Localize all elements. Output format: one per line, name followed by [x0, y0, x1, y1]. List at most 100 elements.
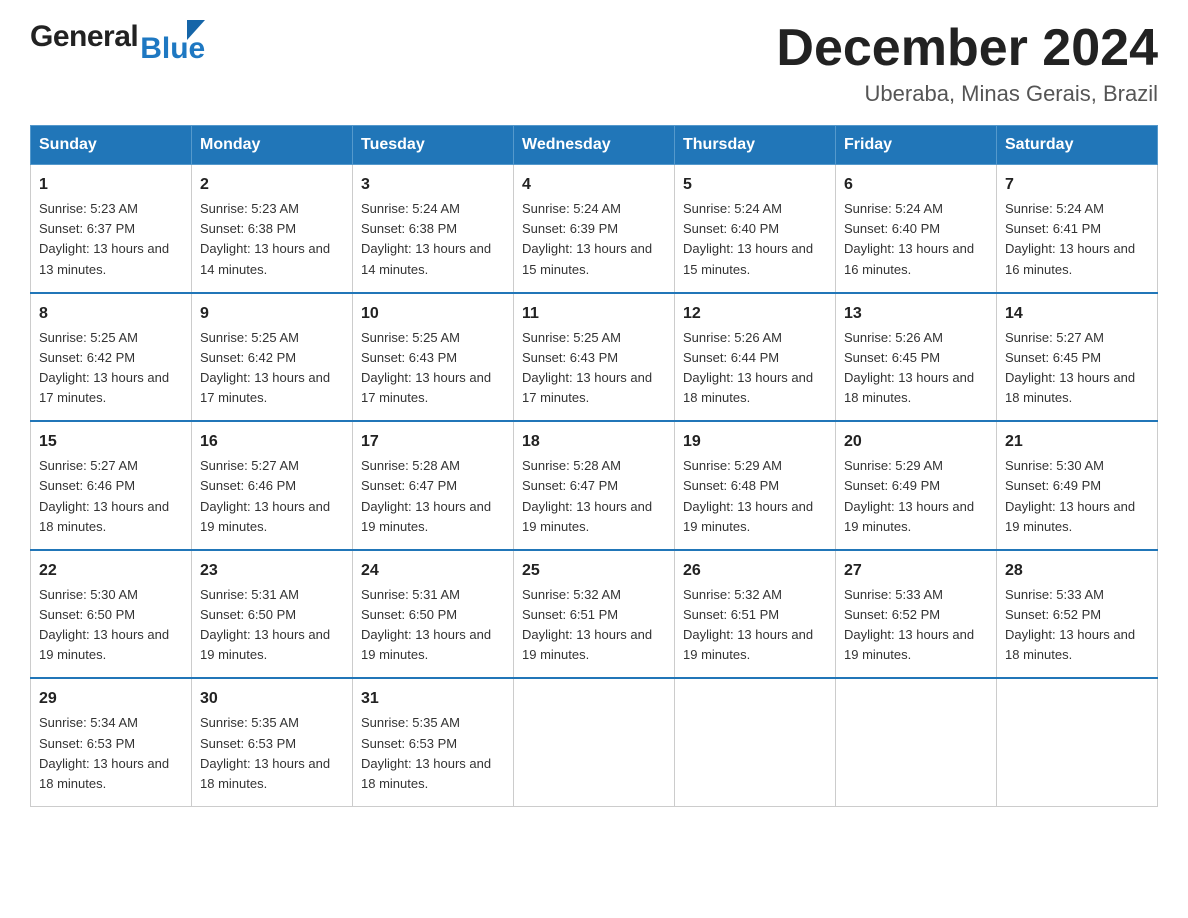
- calendar-cell: 10 Sunrise: 5:25 AMSunset: 6:43 PMDaylig…: [353, 293, 514, 422]
- calendar-table: Sunday Monday Tuesday Wednesday Thursday…: [30, 125, 1158, 807]
- col-thursday: Thursday: [675, 126, 836, 165]
- day-info: Sunrise: 5:27 AMSunset: 6:45 PMDaylight:…: [1005, 330, 1135, 405]
- day-number: 8: [39, 302, 183, 326]
- col-sunday: Sunday: [31, 126, 192, 165]
- calendar-cell: 27 Sunrise: 5:33 AMSunset: 6:52 PMDaylig…: [836, 550, 997, 679]
- calendar-cell: 14 Sunrise: 5:27 AMSunset: 6:45 PMDaylig…: [997, 293, 1158, 422]
- calendar-cell: [836, 678, 997, 806]
- title-area: December 2024 Uberaba, Minas Gerais, Bra…: [776, 20, 1158, 107]
- day-number: 1: [39, 173, 183, 197]
- month-title: December 2024: [776, 20, 1158, 77]
- calendar-header-row: Sunday Monday Tuesday Wednesday Thursday…: [31, 126, 1158, 165]
- day-info: Sunrise: 5:24 AMSunset: 6:41 PMDaylight:…: [1005, 201, 1135, 276]
- col-wednesday: Wednesday: [514, 126, 675, 165]
- day-number: 20: [844, 430, 988, 454]
- calendar-cell: 25 Sunrise: 5:32 AMSunset: 6:51 PMDaylig…: [514, 550, 675, 679]
- day-info: Sunrise: 5:29 AMSunset: 6:48 PMDaylight:…: [683, 458, 813, 533]
- col-monday: Monday: [192, 126, 353, 165]
- day-number: 30: [200, 687, 344, 711]
- day-info: Sunrise: 5:24 AMSunset: 6:38 PMDaylight:…: [361, 201, 491, 276]
- day-number: 24: [361, 559, 505, 583]
- calendar-cell: 1 Sunrise: 5:23 AMSunset: 6:37 PMDayligh…: [31, 165, 192, 293]
- calendar-cell: [514, 678, 675, 806]
- day-info: Sunrise: 5:32 AMSunset: 6:51 PMDaylight:…: [683, 587, 813, 662]
- calendar-cell: 18 Sunrise: 5:28 AMSunset: 6:47 PMDaylig…: [514, 421, 675, 550]
- calendar-cell: [997, 678, 1158, 806]
- day-number: 12: [683, 302, 827, 326]
- day-info: Sunrise: 5:32 AMSunset: 6:51 PMDaylight:…: [522, 587, 652, 662]
- calendar-cell: 7 Sunrise: 5:24 AMSunset: 6:41 PMDayligh…: [997, 165, 1158, 293]
- calendar-cell: 5 Sunrise: 5:24 AMSunset: 6:40 PMDayligh…: [675, 165, 836, 293]
- week-row-5: 29 Sunrise: 5:34 AMSunset: 6:53 PMDaylig…: [31, 678, 1158, 806]
- day-number: 27: [844, 559, 988, 583]
- calendar-cell: 26 Sunrise: 5:32 AMSunset: 6:51 PMDaylig…: [675, 550, 836, 679]
- day-number: 13: [844, 302, 988, 326]
- calendar-cell: 16 Sunrise: 5:27 AMSunset: 6:46 PMDaylig…: [192, 421, 353, 550]
- calendar-cell: 2 Sunrise: 5:23 AMSunset: 6:38 PMDayligh…: [192, 165, 353, 293]
- day-number: 16: [200, 430, 344, 454]
- calendar-cell: 12 Sunrise: 5:26 AMSunset: 6:44 PMDaylig…: [675, 293, 836, 422]
- day-info: Sunrise: 5:26 AMSunset: 6:45 PMDaylight:…: [844, 330, 974, 405]
- col-friday: Friday: [836, 126, 997, 165]
- week-row-4: 22 Sunrise: 5:30 AMSunset: 6:50 PMDaylig…: [31, 550, 1158, 679]
- col-tuesday: Tuesday: [353, 126, 514, 165]
- col-saturday: Saturday: [997, 126, 1158, 165]
- calendar-cell: 23 Sunrise: 5:31 AMSunset: 6:50 PMDaylig…: [192, 550, 353, 679]
- logo-blue-text: Blue: [140, 34, 205, 64]
- day-info: Sunrise: 5:31 AMSunset: 6:50 PMDaylight:…: [361, 587, 491, 662]
- calendar-cell: 11 Sunrise: 5:25 AMSunset: 6:43 PMDaylig…: [514, 293, 675, 422]
- day-number: 2: [200, 173, 344, 197]
- day-info: Sunrise: 5:33 AMSunset: 6:52 PMDaylight:…: [1005, 587, 1135, 662]
- day-number: 25: [522, 559, 666, 583]
- calendar-cell: 30 Sunrise: 5:35 AMSunset: 6:53 PMDaylig…: [192, 678, 353, 806]
- day-info: Sunrise: 5:28 AMSunset: 6:47 PMDaylight:…: [522, 458, 652, 533]
- page-header: General Blue December 2024 Uberaba, Mina…: [30, 20, 1158, 107]
- day-info: Sunrise: 5:28 AMSunset: 6:47 PMDaylight:…: [361, 458, 491, 533]
- calendar-cell: 9 Sunrise: 5:25 AMSunset: 6:42 PMDayligh…: [192, 293, 353, 422]
- day-info: Sunrise: 5:30 AMSunset: 6:50 PMDaylight:…: [39, 587, 169, 662]
- day-info: Sunrise: 5:31 AMSunset: 6:50 PMDaylight:…: [200, 587, 330, 662]
- logo-blue-section: Blue: [140, 20, 205, 64]
- day-info: Sunrise: 5:24 AMSunset: 6:39 PMDaylight:…: [522, 201, 652, 276]
- calendar-cell: 21 Sunrise: 5:30 AMSunset: 6:49 PMDaylig…: [997, 421, 1158, 550]
- day-number: 10: [361, 302, 505, 326]
- day-number: 29: [39, 687, 183, 711]
- calendar-cell: 24 Sunrise: 5:31 AMSunset: 6:50 PMDaylig…: [353, 550, 514, 679]
- day-info: Sunrise: 5:27 AMSunset: 6:46 PMDaylight:…: [200, 458, 330, 533]
- calendar-cell: 4 Sunrise: 5:24 AMSunset: 6:39 PMDayligh…: [514, 165, 675, 293]
- calendar-cell: 17 Sunrise: 5:28 AMSunset: 6:47 PMDaylig…: [353, 421, 514, 550]
- day-number: 23: [200, 559, 344, 583]
- day-info: Sunrise: 5:30 AMSunset: 6:49 PMDaylight:…: [1005, 458, 1135, 533]
- day-number: 22: [39, 559, 183, 583]
- logo-general-text: General: [30, 20, 138, 54]
- day-info: Sunrise: 5:26 AMSunset: 6:44 PMDaylight:…: [683, 330, 813, 405]
- day-number: 5: [683, 173, 827, 197]
- calendar-cell: 19 Sunrise: 5:29 AMSunset: 6:48 PMDaylig…: [675, 421, 836, 550]
- day-info: Sunrise: 5:29 AMSunset: 6:49 PMDaylight:…: [844, 458, 974, 533]
- day-number: 17: [361, 430, 505, 454]
- day-number: 11: [522, 302, 666, 326]
- day-info: Sunrise: 5:34 AMSunset: 6:53 PMDaylight:…: [39, 715, 169, 790]
- day-number: 7: [1005, 173, 1149, 197]
- day-info: Sunrise: 5:35 AMSunset: 6:53 PMDaylight:…: [361, 715, 491, 790]
- day-number: 28: [1005, 559, 1149, 583]
- calendar-cell: 8 Sunrise: 5:25 AMSunset: 6:42 PMDayligh…: [31, 293, 192, 422]
- day-number: 9: [200, 302, 344, 326]
- calendar-cell: 3 Sunrise: 5:24 AMSunset: 6:38 PMDayligh…: [353, 165, 514, 293]
- week-row-3: 15 Sunrise: 5:27 AMSunset: 6:46 PMDaylig…: [31, 421, 1158, 550]
- day-info: Sunrise: 5:27 AMSunset: 6:46 PMDaylight:…: [39, 458, 169, 533]
- day-number: 6: [844, 173, 988, 197]
- calendar-cell: [675, 678, 836, 806]
- day-info: Sunrise: 5:25 AMSunset: 6:42 PMDaylight:…: [39, 330, 169, 405]
- day-number: 14: [1005, 302, 1149, 326]
- calendar-cell: 13 Sunrise: 5:26 AMSunset: 6:45 PMDaylig…: [836, 293, 997, 422]
- week-row-2: 8 Sunrise: 5:25 AMSunset: 6:42 PMDayligh…: [31, 293, 1158, 422]
- day-info: Sunrise: 5:33 AMSunset: 6:52 PMDaylight:…: [844, 587, 974, 662]
- calendar-cell: 31 Sunrise: 5:35 AMSunset: 6:53 PMDaylig…: [353, 678, 514, 806]
- day-number: 15: [39, 430, 183, 454]
- day-info: Sunrise: 5:25 AMSunset: 6:43 PMDaylight:…: [522, 330, 652, 405]
- day-info: Sunrise: 5:35 AMSunset: 6:53 PMDaylight:…: [200, 715, 330, 790]
- location-label: Uberaba, Minas Gerais, Brazil: [776, 81, 1158, 107]
- day-info: Sunrise: 5:23 AMSunset: 6:37 PMDaylight:…: [39, 201, 169, 276]
- calendar-cell: 15 Sunrise: 5:27 AMSunset: 6:46 PMDaylig…: [31, 421, 192, 550]
